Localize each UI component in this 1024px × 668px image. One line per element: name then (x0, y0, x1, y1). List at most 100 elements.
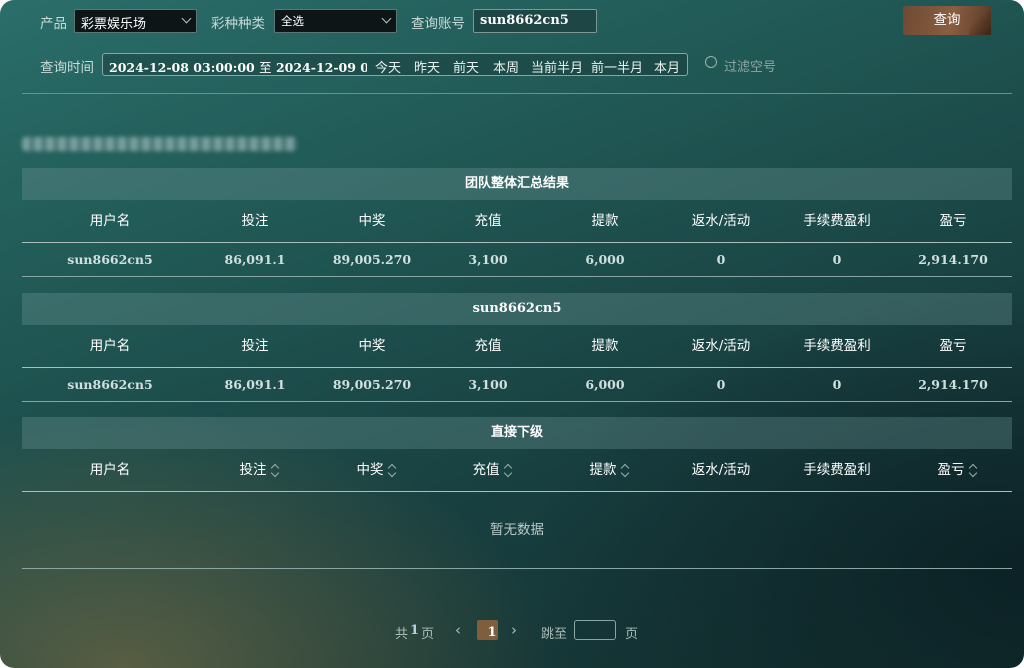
col-withdraw-label: 提款 (589, 462, 617, 478)
lottery-type-label: 彩种种类 (211, 16, 265, 32)
quick-range-day-before[interactable]: 前天 (453, 57, 479, 76)
pager-total-suffix: 页 (421, 627, 435, 642)
col-profit-loss-label: 盈亏 (937, 462, 965, 478)
cell-bet: 86,091.1 (224, 377, 286, 392)
query-button[interactable]: 查询 (903, 6, 991, 35)
filter-divider (22, 93, 1012, 94)
quick-range-this-month[interactable]: 本月 (654, 57, 680, 76)
sort-icon[interactable] (969, 464, 977, 476)
current-page-button[interactable]: 1 (477, 620, 498, 640)
date-range-picker[interactable]: 2024-12-08 03:00:00 至 2024-12-09 03:00:0… (102, 53, 688, 76)
pager-total-prefix: 共 (395, 627, 409, 642)
col-deposit-label: 充值 (472, 462, 500, 478)
col-rebate: 返水/活动 (691, 338, 751, 354)
col-win-label: 中奖 (356, 462, 384, 478)
col-username: 用户名 (89, 338, 131, 354)
col-rebate: 返水/活动 (691, 462, 751, 478)
blurred-breadcrumb (22, 137, 297, 151)
chevron-down-icon (181, 13, 192, 24)
date-separator: 至 (259, 60, 272, 75)
date-end: 2024-12-09 03:00:00 (275, 60, 367, 75)
col-profit-loss-sortable[interactable]: 盈亏 (899, 449, 1015, 492)
cell-username: sun8662cn5 (67, 377, 153, 392)
report-window: 产品 彩票娱乐场 彩种种类 全选 查询账号 sun8662cn5 查询 查询时间… (0, 0, 1024, 668)
jump-suffix: 页 (625, 627, 639, 642)
col-username: 用户名 (89, 213, 131, 229)
prev-page-icon[interactable]: ‹ (455, 621, 461, 639)
filter-bar: 产品 彩票娱乐场 彩种种类 全选 查询账号 sun8662cn5 查询 查询时间… (0, 0, 1024, 92)
col-win-sortable[interactable]: 中奖 (318, 449, 434, 492)
quick-range-prev-half-month[interactable]: 前一半月 (591, 57, 643, 76)
user-section: sun8662cn5 用户名 投注 中奖 充值 提款 返水/活动 手续费盈利 盈… (22, 293, 1012, 402)
quick-range-today[interactable]: 今天 (375, 57, 401, 76)
cell-win: 89,005.270 (332, 252, 412, 267)
empty-state: 暂无数据 (22, 492, 1012, 569)
direct-sub-header: 用户名 投注 中奖 充值 提款 返水/活动 手续费盈利 盈亏 (22, 449, 1012, 492)
cell-profit-loss: 2,914.170 (918, 252, 988, 267)
user-section-title: sun8662cn5 (22, 293, 1012, 325)
sort-icon[interactable] (504, 464, 512, 476)
cell-username: sun8662cn5 (67, 252, 153, 267)
time-label: 查询时间 (40, 60, 94, 76)
product-label: 产品 (40, 16, 67, 32)
col-withdraw: 提款 (591, 213, 619, 229)
jump-label: 跳至 (541, 627, 568, 642)
col-deposit-sortable[interactable]: 充值 (434, 449, 550, 492)
col-bet: 投注 (241, 338, 269, 354)
cell-fee-profit: 0 (832, 377, 842, 392)
col-win: 中奖 (358, 213, 386, 229)
table-row: sun8662cn5 86,091.1 89,005.270 3,100 6,0… (22, 368, 1012, 402)
col-deposit: 充值 (474, 338, 502, 354)
date-range-input[interactable]: 2024-12-08 03:00:00 至 2024-12-09 03:00:0… (109, 57, 367, 76)
team-summary-section: 团队整体汇总结果 用户名 投注 中奖 充值 提款 返水/活动 手续费盈利 盈亏 … (22, 168, 1012, 277)
filter-empty-label: 过滤空号 (724, 60, 777, 75)
col-rebate: 返水/活动 (691, 213, 751, 229)
sort-icon[interactable] (388, 464, 396, 476)
sort-icon[interactable] (271, 464, 279, 476)
quick-range-this-week[interactable]: 本周 (493, 57, 519, 76)
account-label: 查询账号 (411, 16, 465, 32)
query-button-label: 查询 (933, 12, 961, 28)
col-deposit: 充值 (474, 213, 502, 229)
col-withdraw-sortable[interactable]: 提款 (551, 449, 667, 492)
cell-fee-profit: 0 (832, 252, 842, 267)
direct-sub-section: 直接下级 用户名 投注 中奖 充值 提款 返水/活动 手续费盈利 盈亏 暂无数据 (22, 417, 1012, 569)
col-username: 用户名 (89, 462, 131, 478)
team-summary-title: 团队整体汇总结果 (22, 168, 1012, 200)
cell-deposit: 3,100 (468, 252, 508, 267)
col-fee-profit: 手续费盈利 (803, 462, 871, 478)
quick-range-yesterday[interactable]: 昨天 (414, 57, 440, 76)
col-win: 中奖 (358, 338, 386, 354)
col-bet: 投注 (241, 213, 269, 229)
lottery-type-select[interactable]: 全选 (274, 9, 397, 33)
table-row: sun8662cn5 86,091.1 89,005.270 3,100 6,0… (22, 243, 1012, 277)
cell-withdraw: 6,000 (585, 252, 625, 267)
quick-range-current-half-month[interactable]: 当前半月 (531, 57, 583, 76)
col-profit-loss: 盈亏 (939, 213, 967, 229)
cell-deposit: 3,100 (468, 377, 508, 392)
col-bet-label: 投注 (239, 462, 267, 478)
next-page-icon[interactable]: › (511, 621, 517, 639)
cell-win: 89,005.270 (332, 377, 412, 392)
col-fee-profit: 手续费盈利 (803, 338, 871, 354)
cell-rebate: 0 (716, 252, 726, 267)
cell-withdraw: 6,000 (585, 377, 625, 392)
account-input-value: sun8662cn5 (480, 13, 569, 28)
lottery-type-select-value: 全选 (281, 14, 304, 28)
chevron-down-icon (381, 13, 392, 24)
filter-empty-radio[interactable] (705, 56, 717, 68)
jump-page-input[interactable] (574, 620, 616, 640)
product-select[interactable]: 彩票娱乐场 (74, 9, 197, 33)
account-input[interactable]: sun8662cn5 (473, 9, 597, 33)
pagination: 共 1 页 ‹ 1 › 跳至 页 (0, 620, 1024, 642)
col-withdraw: 提款 (591, 338, 619, 354)
col-fee-profit: 手续费盈利 (803, 213, 871, 229)
current-page-number: 1 (487, 625, 497, 640)
user-section-header: 用户名 投注 中奖 充值 提款 返水/活动 手续费盈利 盈亏 (22, 325, 1012, 368)
sort-icon[interactable] (621, 464, 629, 476)
pager-total-count: 1 (410, 623, 420, 638)
col-profit-loss: 盈亏 (939, 338, 967, 354)
col-bet-sortable[interactable]: 投注 (201, 449, 317, 492)
direct-sub-title: 直接下级 (22, 417, 1012, 449)
team-summary-header: 用户名 投注 中奖 充值 提款 返水/活动 手续费盈利 盈亏 (22, 200, 1012, 243)
